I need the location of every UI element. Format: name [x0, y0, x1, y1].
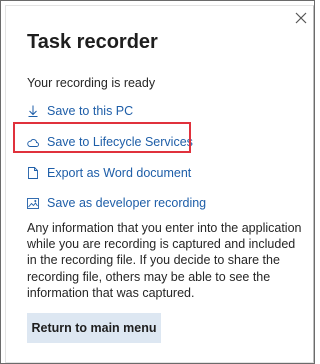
panel-title: Task recorder [27, 31, 158, 53]
cloud-icon [27, 135, 39, 149]
save-developer-recording-link[interactable]: Save as developer recording [27, 193, 206, 213]
close-button[interactable] [292, 11, 310, 29]
dialog-frame: Task recorder Your recording is ready Sa… [0, 0, 315, 364]
status-text: Your recording is ready [27, 76, 156, 90]
save-to-pc-link[interactable]: Save to this PC [27, 101, 133, 121]
export-word-link[interactable]: Export as Word document [27, 163, 191, 183]
task-recorder-panel: Task recorder Your recording is ready Sa… [5, 5, 314, 363]
document-icon [27, 166, 39, 180]
image-icon [27, 196, 39, 210]
save-to-pc-label: Save to this PC [47, 104, 134, 118]
close-icon [295, 11, 307, 29]
save-to-lifecycle-services-link[interactable]: Save to Lifecycle Services [27, 132, 193, 152]
return-to-main-menu-button[interactable]: Return to main menu [27, 313, 161, 343]
save-to-lifecycle-services-label: Save to Lifecycle Services [47, 135, 193, 149]
privacy-info-text: Any information that you enter into the … [27, 221, 302, 300]
export-word-label: Export as Word document [47, 166, 192, 180]
save-developer-recording-label: Save as developer recording [47, 196, 207, 210]
download-icon [27, 104, 39, 118]
